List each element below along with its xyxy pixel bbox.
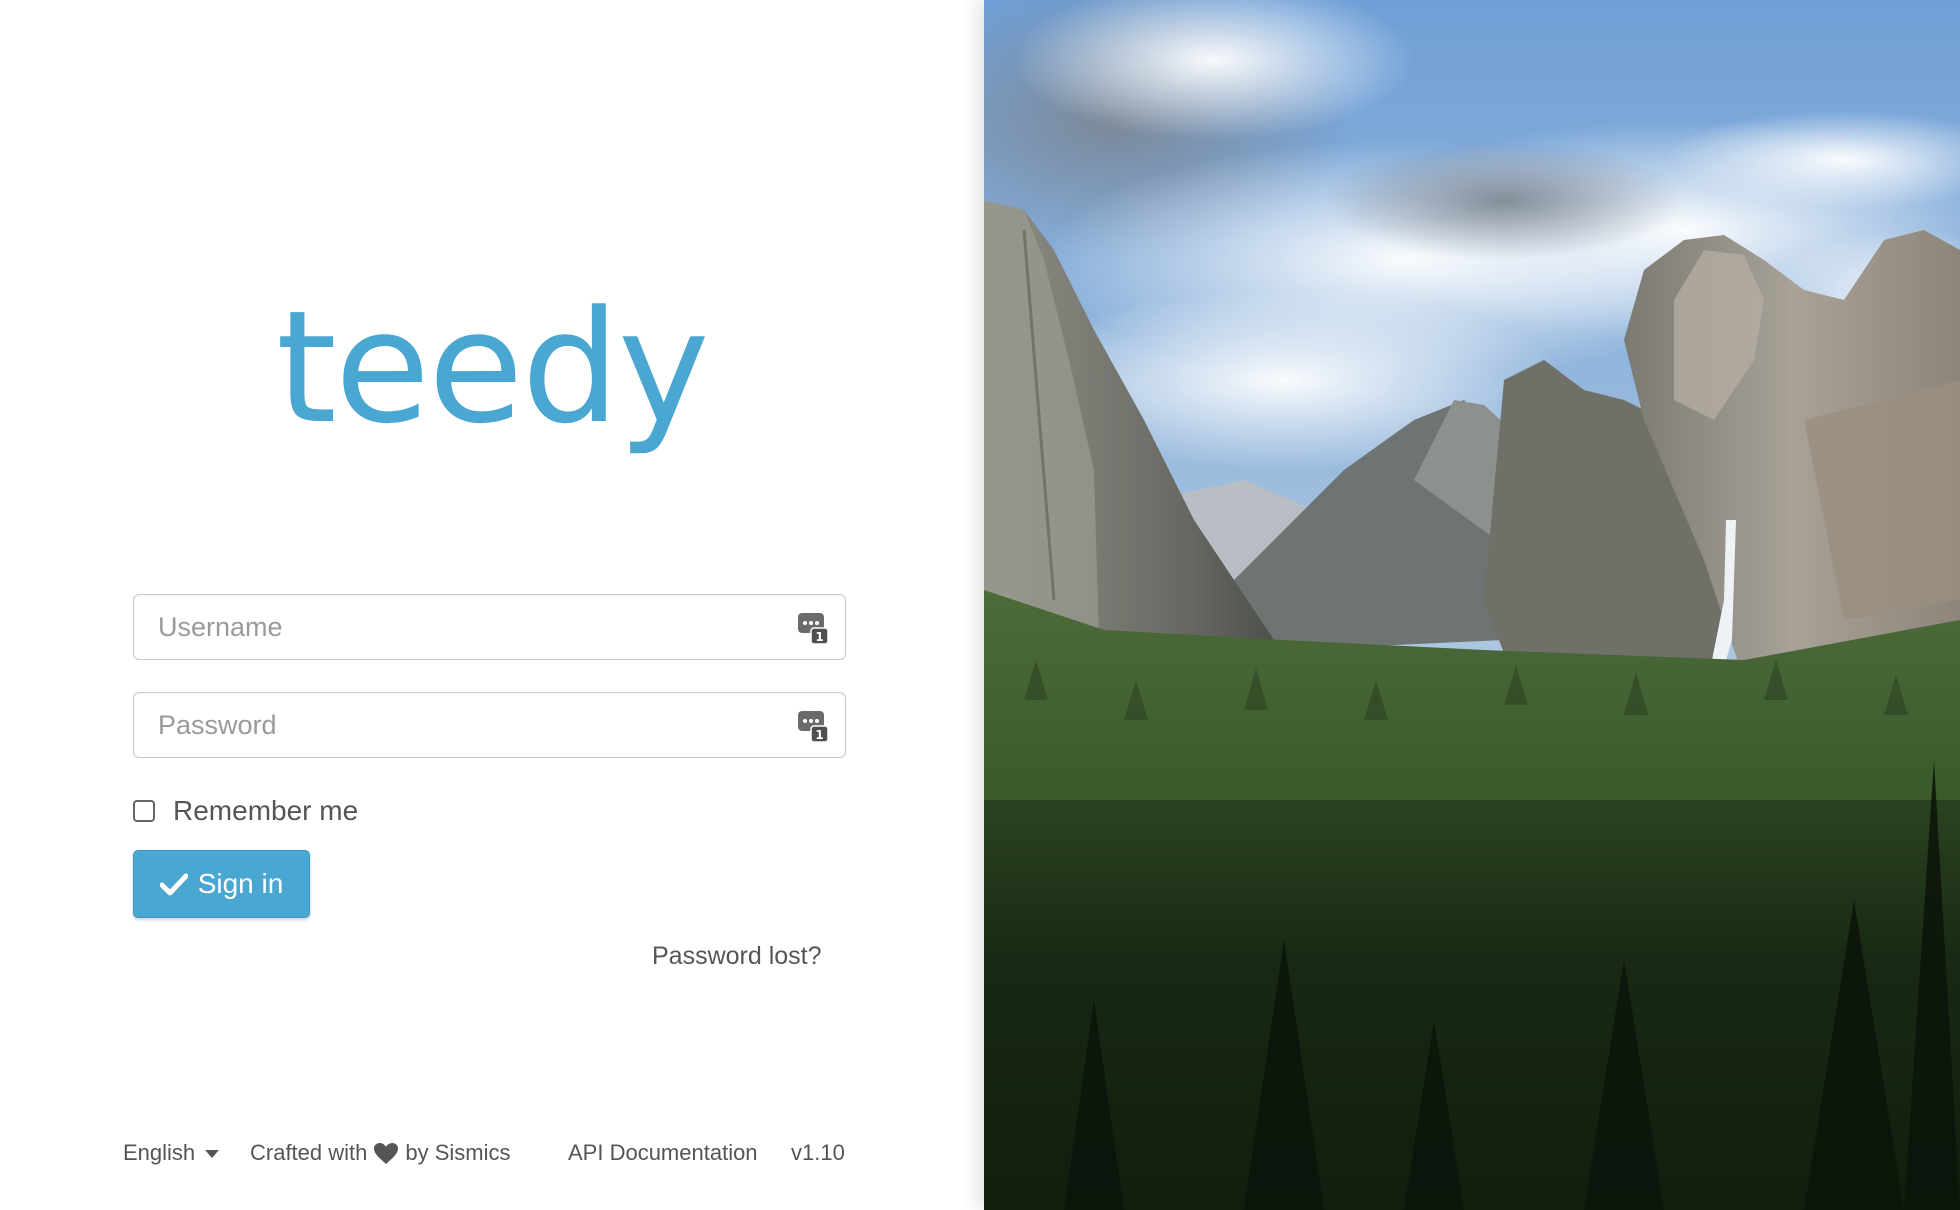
sign-in-button[interactable]: Sign in	[133, 850, 310, 918]
checkmark-icon	[159, 873, 188, 896]
password-input[interactable]	[158, 693, 758, 757]
password-field[interactable]: 1	[133, 692, 846, 758]
crafted-by: Crafted with by Sismics	[250, 1140, 511, 1166]
background-photo	[984, 0, 1960, 1210]
password-lost-link[interactable]: Password lost?	[652, 942, 822, 971]
language-selector[interactable]: English	[123, 1140, 220, 1166]
version-label: v1.10	[791, 1140, 845, 1165]
footer: English Crafted with by Sismics API Docu…	[123, 1140, 853, 1170]
crafted-suffix[interactable]: by Sismics	[405, 1140, 510, 1166]
teedy-logo: teedy	[276, 277, 710, 458]
username-input[interactable]	[158, 595, 758, 659]
svg-text:1: 1	[815, 728, 823, 742]
username-field[interactable]: 1	[133, 594, 846, 660]
valley-landscape-image	[984, 0, 1960, 1210]
password-manager-icon[interactable]: 1	[797, 611, 829, 645]
login-panel: teedy 1 1 Remember me Sign in	[0, 0, 984, 1210]
caret-down-icon	[205, 1150, 220, 1158]
remember-me-checkbox[interactable]	[133, 800, 155, 822]
password-manager-icon[interactable]: 1	[797, 709, 829, 743]
remember-me[interactable]: Remember me	[133, 795, 358, 827]
sign-in-label: Sign in	[197, 868, 284, 899]
remember-me-label[interactable]: Remember me	[173, 795, 358, 827]
svg-text:1: 1	[815, 630, 823, 644]
crafted-prefix: Crafted with	[250, 1140, 368, 1165]
language-label: English	[123, 1140, 196, 1165]
api-documentation-link[interactable]: API Documentation	[568, 1140, 758, 1166]
heart-icon	[374, 1142, 399, 1164]
